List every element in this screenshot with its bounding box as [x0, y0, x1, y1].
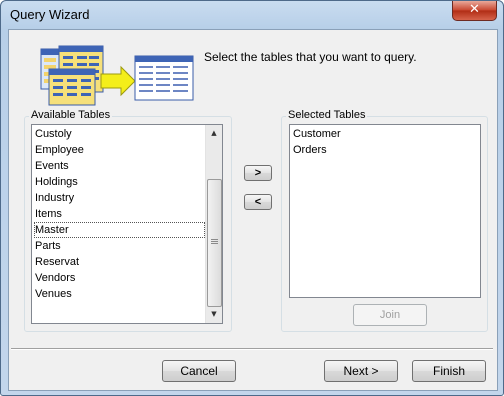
scroll-down-icon[interactable]: ▼: [206, 306, 222, 323]
next-button[interactable]: Next >: [324, 360, 398, 382]
selected-tables-label: Selected Tables: [286, 109, 368, 121]
selected-tables-list[interactable]: Customer Orders: [289, 124, 481, 298]
close-icon: ✕: [469, 2, 480, 17]
available-table-item[interactable]: Vendors: [34, 270, 205, 286]
available-tables-scrollbar[interactable]: ▲ ▼: [205, 125, 222, 323]
scroll-up-icon[interactable]: ▲: [206, 125, 222, 142]
cancel-button[interactable]: Cancel: [162, 360, 236, 382]
window-title: Query Wizard: [10, 7, 90, 22]
remove-table-button[interactable]: <: [244, 194, 272, 210]
available-table-item[interactable]: Custoly: [34, 126, 205, 142]
grip-line: [211, 239, 218, 240]
selected-table-item[interactable]: Orders: [292, 142, 477, 158]
query-wizard-illustration-icon: [40, 45, 194, 106]
grip-line: [211, 241, 218, 242]
instruction-text: Select the tables that you want to query…: [204, 50, 417, 64]
scrollbar-thumb[interactable]: [207, 179, 222, 307]
add-table-button[interactable]: >: [244, 165, 272, 181]
available-tables-label: Available Tables: [29, 109, 113, 121]
available-table-item[interactable]: Items: [34, 206, 205, 222]
grip-line: [211, 243, 218, 244]
available-tables-group: Available Tables Custoly Employee Events Ho…: [24, 109, 232, 332]
footer-separator: [11, 348, 493, 350]
title-bar[interactable]: Query Wizard ✕: [1, 1, 503, 29]
available-table-item[interactable]: Holdings: [34, 174, 205, 190]
available-table-item[interactable]: Parts: [34, 238, 205, 254]
dialog-body: Select the tables that you want to query…: [8, 29, 498, 391]
finish-button[interactable]: Finish: [412, 360, 486, 382]
join-button[interactable]: Join: [353, 304, 427, 326]
available-table-item[interactable]: Master: [34, 222, 205, 238]
available-table-item[interactable]: Employee: [34, 142, 205, 158]
query-wizard-window: Query Wizard ✕ Select the tables that yo…: [0, 0, 504, 396]
close-button[interactable]: ✕: [452, 1, 497, 21]
selected-tables-group: Selected Tables Customer Orders Join: [281, 109, 488, 332]
available-table-item[interactable]: Industry: [34, 190, 205, 206]
available-table-item[interactable]: Reservat: [34, 254, 205, 270]
selected-table-item[interactable]: Customer: [292, 126, 477, 142]
available-table-item[interactable]: Venues: [34, 286, 205, 302]
available-table-item[interactable]: Events: [34, 158, 205, 174]
available-tables-list[interactable]: Custoly Employee Events Holdings Industry Ite…: [31, 124, 223, 324]
